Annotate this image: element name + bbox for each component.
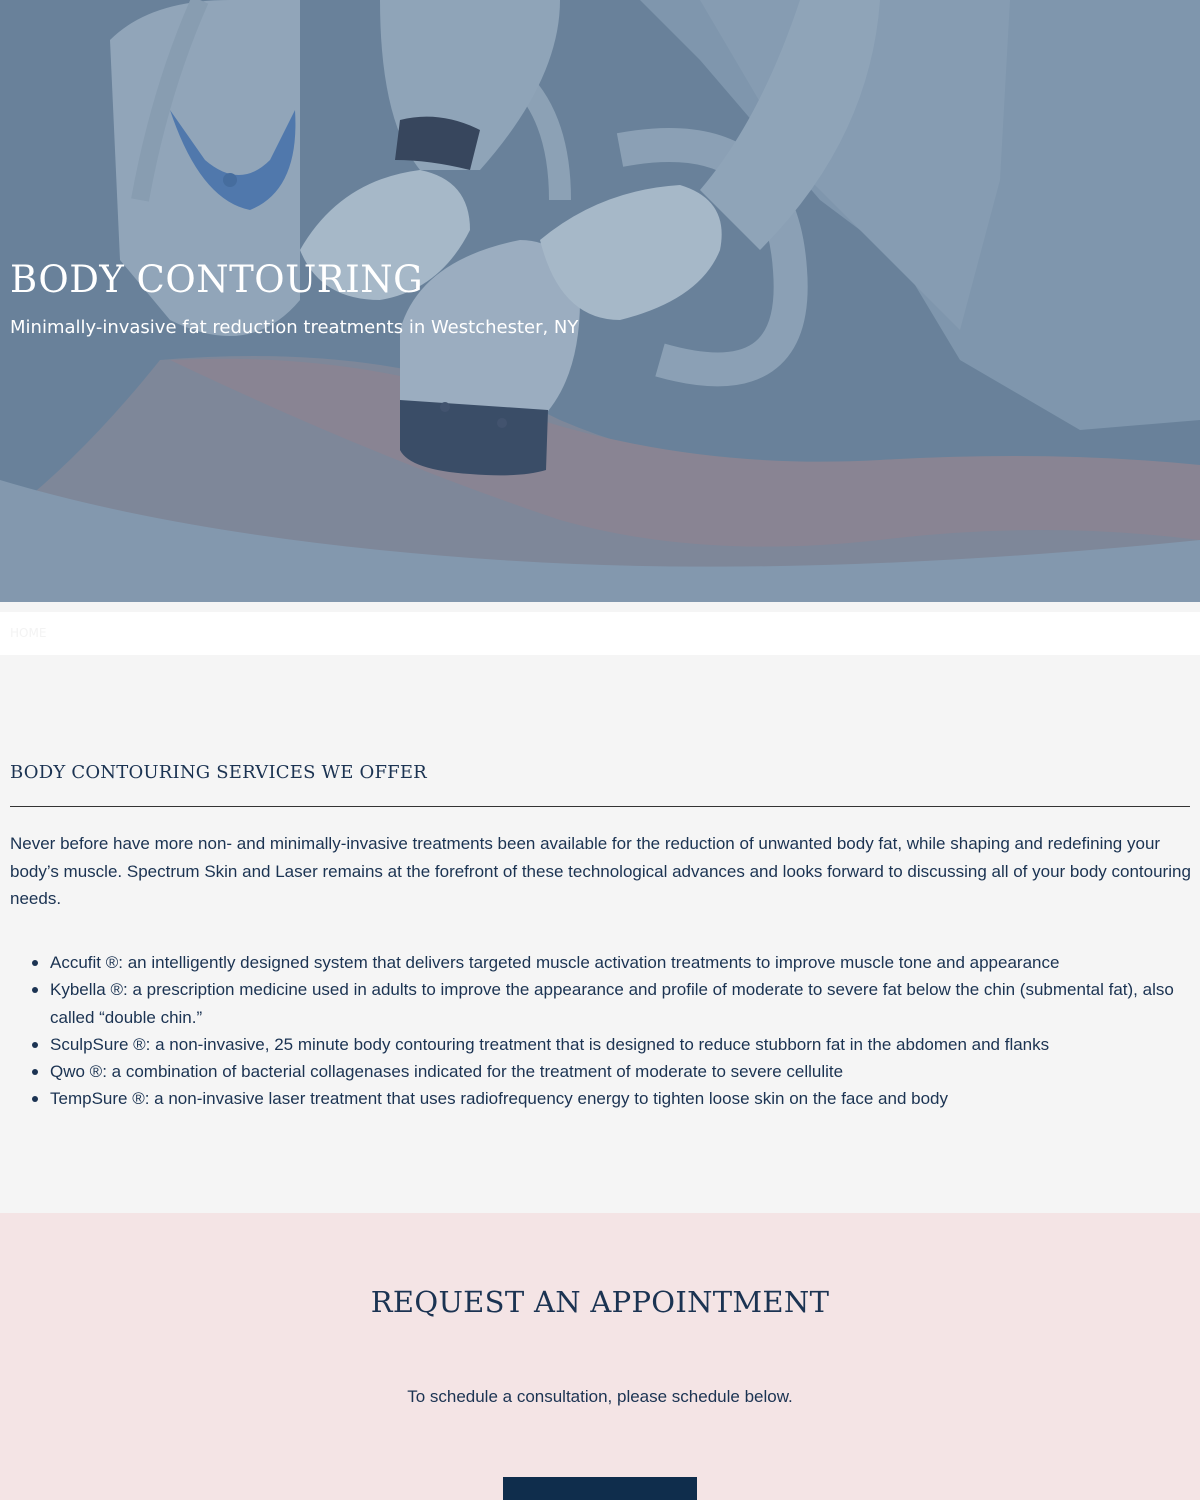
list-item: Kybella ®: a prescription medicine used …	[32, 976, 1180, 1031]
page-subtitle: Minimally-invasive fat reduction treatme…	[10, 317, 579, 338]
services-intro: Never before have more non- and minimall…	[10, 834, 1191, 908]
list-item: Qwo ®: a combination of bacterial collag…	[32, 1058, 1180, 1085]
appointment-heading: REQUEST AN APPOINTMENT	[370, 1285, 830, 1319]
schedule-now-button[interactable]: SCHEDULE NOW	[503, 1477, 697, 1500]
services-heading: BODY CONTOURING SERVICES WE OFFER	[10, 762, 427, 783]
appointment-text: To schedule a consultation, please sched…	[407, 1387, 793, 1406]
services-list: Accufit ®: an intelligently designed sys…	[32, 949, 1180, 1113]
list-item: Accufit ®: an intelligently designed sys…	[32, 949, 1180, 976]
breadcrumb-home-link[interactable]: HOME	[10, 626, 46, 640]
section-divider	[10, 806, 1190, 807]
breadcrumb: HOME	[0, 612, 1200, 655]
list-item: SculpSure ®: a non-invasive, 25 minute b…	[32, 1031, 1180, 1058]
hero-banner: BODY CONTOURING Minimally-invasive fat r…	[0, 0, 1200, 602]
appointment-section: REQUEST AN APPOINTMENT To schedule a con…	[0, 1213, 1200, 1500]
list-item: TempSure ®: a non-invasive laser treatme…	[32, 1085, 1180, 1112]
page-title: BODY CONTOURING	[10, 258, 424, 301]
hero-treatment-photo	[0, 0, 1200, 602]
